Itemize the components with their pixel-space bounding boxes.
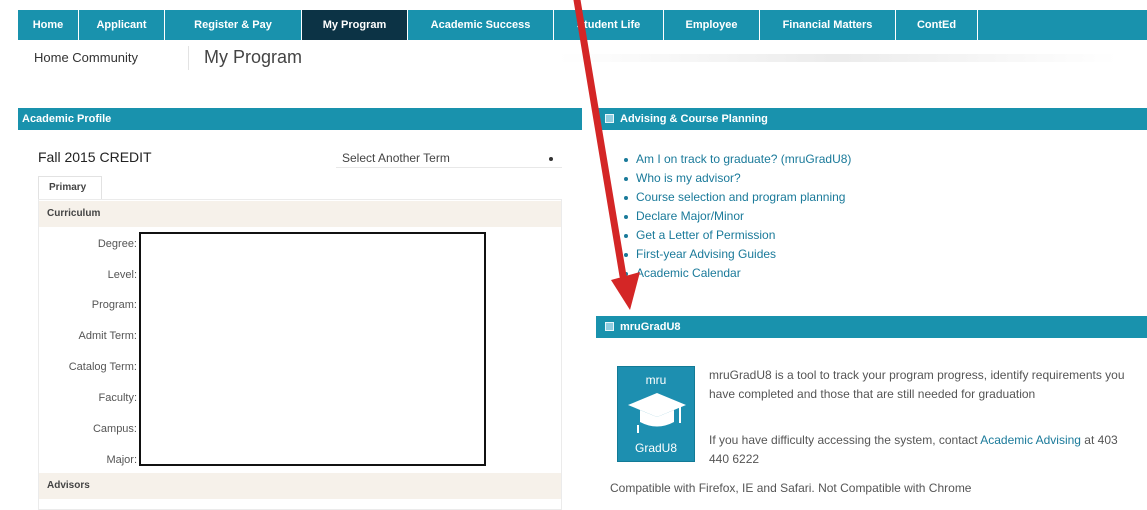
field-label-campus: Campus: (92, 423, 137, 435)
bullet-icon (624, 177, 628, 181)
bullet-icon (624, 196, 628, 200)
advisors-section-label: Advisors (39, 473, 561, 499)
tab-primary[interactable]: Primary (38, 176, 102, 200)
nav-conted[interactable]: ContEd (896, 10, 978, 40)
academic-advising-link[interactable]: Academic Advising (980, 433, 1081, 447)
redacted-values-box (139, 232, 486, 466)
advising-links: Am I on track to graduate? (mruGradU8) W… (622, 150, 851, 283)
advising-link-label: Get a Letter of Permission (636, 228, 776, 242)
field-label-major: Major: (106, 454, 137, 466)
field-label-level: Level: (107, 269, 137, 281)
nav-financial-matters[interactable]: Financial Matters (760, 10, 896, 40)
bullet-icon (624, 158, 628, 162)
home-community-link[interactable]: Home Community (34, 50, 138, 65)
field-label-faculty: Faculty: (98, 392, 137, 404)
bullet-icon (624, 272, 628, 276)
logo-text-mru: mru (645, 373, 667, 387)
academic-profile-header: Academic Profile (18, 108, 582, 130)
academic-profile-title: Academic Profile (22, 113, 112, 125)
bullet-icon (624, 215, 628, 219)
advising-link-declare-major[interactable]: Declare Major/Minor (622, 207, 851, 226)
advising-link-label: Am I on track to graduate? (mruGradU8) (636, 152, 852, 166)
advising-header: Advising & Course Planning (596, 108, 1147, 130)
term-select[interactable]: Select Another Term (336, 148, 562, 168)
subnav-divider (188, 46, 189, 70)
panel-icon (605, 322, 614, 331)
blurred-subnav-region (558, 54, 1118, 62)
graduation-cap-icon (628, 393, 686, 433)
top-navigation: Home Applicant Register & Pay My Program… (18, 10, 1147, 40)
term-select-value: Select Another Term (342, 151, 450, 165)
bullet-icon (624, 253, 628, 257)
field-label-catalog-term: Catalog Term: (68, 361, 137, 373)
nav-applicant[interactable]: Applicant (79, 10, 165, 40)
advising-link-on-track[interactable]: Am I on track to graduate? (mruGradU8) (622, 150, 851, 169)
gradu8-description: mruGradU8 is a tool to track your progra… (709, 368, 1125, 401)
nav-home[interactable]: Home (18, 10, 79, 40)
advising-link-advisor[interactable]: Who is my advisor? (622, 169, 851, 188)
advising-title: Advising & Course Planning (620, 113, 768, 125)
advising-link-letter-permission[interactable]: Get a Letter of Permission (622, 226, 851, 245)
gradu8-title: mruGradU8 (620, 321, 681, 333)
nav-register-pay[interactable]: Register & Pay (165, 10, 302, 40)
advising-link-label: Declare Major/Minor (636, 209, 745, 223)
field-label-program: Program: (91, 299, 137, 311)
nav-my-program[interactable]: My Program (302, 10, 408, 40)
contact-prefix: If you have difficulty accessing the sys… (709, 433, 981, 447)
advising-link-first-year-guides[interactable]: First-year Advising Guides (622, 245, 851, 264)
nav-employee[interactable]: Employee (664, 10, 760, 40)
browser-compatibility-note: Compatible with Firefox, IE and Safari. … (610, 481, 972, 495)
advising-link-label: Course selection and program planning (636, 190, 846, 204)
advising-link-label: Academic Calendar (636, 266, 741, 280)
dropdown-caret-icon (549, 157, 553, 161)
nav-student-life[interactable]: Student Life (554, 10, 664, 40)
sub-navigation: Home Community My Program (18, 42, 1147, 74)
advising-link-label: First-year Advising Guides (636, 247, 777, 261)
advising-link-label: Who is my advisor? (636, 171, 741, 185)
curriculum-section-label: Curriculum (39, 201, 561, 227)
field-label-degree: Degree: (97, 238, 137, 250)
panel-icon (605, 114, 614, 123)
bullet-icon (624, 234, 628, 238)
logo-text-gradu8: GradU8 (634, 441, 678, 455)
advising-link-academic-calendar[interactable]: Academic Calendar (622, 264, 851, 283)
gradu8-header: mruGradU8 (596, 316, 1147, 338)
term-title: Fall 2015 CREDIT (38, 149, 152, 165)
gradu8-contact: If you have difficulty accessing the sys… (709, 431, 1141, 469)
advising-link-course-selection[interactable]: Course selection and program planning (622, 188, 851, 207)
nav-academic-success[interactable]: Academic Success (408, 10, 554, 40)
gradu8-logo[interactable]: mru GradU8 (617, 366, 695, 462)
page-title: My Program (204, 47, 303, 67)
field-label-admit-term: Admit Term: (78, 330, 137, 342)
